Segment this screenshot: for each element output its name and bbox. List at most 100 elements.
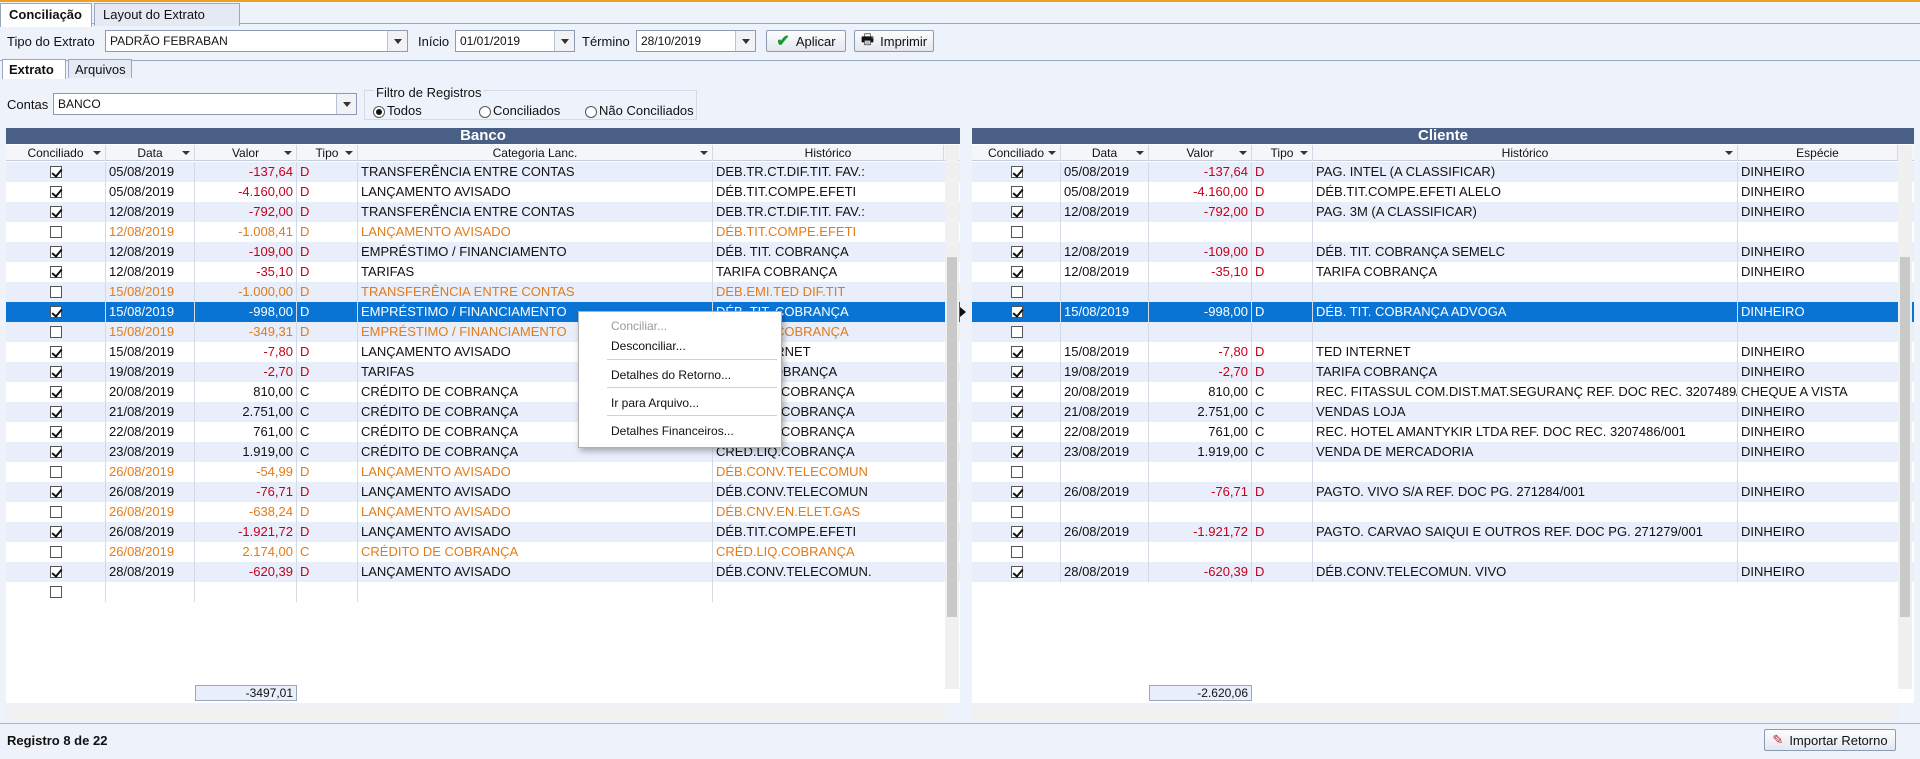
- table-row[interactable]: 21/08/2019 2.751,00 C VENDAS LOJA DINHEIRO: [972, 402, 1914, 422]
- conciliado-checkbox[interactable]: [1010, 566, 1023, 578]
- table-row[interactable]: 15/08/2019 -349,31 D EMPRÉSTIMO / FINANCIAM…: [6, 322, 960, 342]
- conciliado-checkbox[interactable]: [50, 246, 62, 258]
- tab-extrato[interactable]: Extrato: [2, 59, 66, 79]
- termino-date-field[interactable]: 28/10/2019: [636, 30, 756, 52]
- tipo-extrato-select[interactable]: PADRÃO FEBRABAN: [105, 30, 408, 52]
- table-row[interactable]: 26/08/2019 -1.921,72 D PAGTO. CARVAO SAIQUI…: [972, 522, 1914, 542]
- conciliado-checkbox[interactable]: [50, 366, 62, 378]
- table-row[interactable]: 12/08/2019 -1.008,41 D LANÇAMENTO AVISADO DÉ…: [6, 222, 960, 242]
- conciliado-checkbox[interactable]: [50, 286, 62, 298]
- conciliado-checkbox[interactable]: [50, 426, 62, 438]
- table-row[interactable]: [972, 322, 1914, 342]
- tab-arquivos[interactable]: Arquivos: [68, 59, 132, 78]
- table-row[interactable]: 19/08/2019-2,70DTARIFASTARIFA COBRANÇA: [6, 362, 960, 382]
- col-historico[interactable]: Histórico: [713, 145, 944, 161]
- conciliado-checkbox[interactable]: [50, 446, 62, 458]
- conciliado-checkbox[interactable]: [50, 226, 62, 238]
- conciliado-checkbox[interactable]: [50, 326, 62, 338]
- sort-arrow-icon[interactable]: [1300, 151, 1308, 155]
- table-row[interactable]: 20/08/2019 810,00 C CRÉDITO DE COBRANÇA CRÉD…: [6, 382, 960, 402]
- table-row[interactable]: 23/08/2019 1.919,00 C VENDA DE MERCADORIA DI…: [972, 442, 1914, 462]
- conciliado-checkbox[interactable]: [50, 186, 62, 198]
- radio-conciliados-indicator[interactable]: [479, 105, 491, 118]
- conciliado-checkbox[interactable]: [1010, 306, 1023, 318]
- table-row[interactable]: 22/08/2019 761,00 C REC. HOTEL AMANTYKIR LT…: [972, 422, 1914, 442]
- table-row[interactable]: 21/08/2019 2.751,00 C CRÉDITO DE COBRANÇA CR…: [6, 402, 960, 422]
- conciliado-checkbox[interactable]: [50, 526, 62, 538]
- col-data[interactable]: Data: [1061, 145, 1149, 161]
- conciliado-checkbox[interactable]: [50, 266, 62, 278]
- conciliado-checkbox[interactable]: [1010, 206, 1023, 218]
- sort-arrow-icon[interactable]: [1239, 151, 1247, 155]
- col-valor[interactable]: Valor: [195, 145, 297, 161]
- sort-arrow-icon[interactable]: [1048, 151, 1056, 155]
- table-row[interactable]: 12/08/2019 -109,00 D DÉB. TIT. COBRANÇA SEM…: [972, 242, 1914, 262]
- table-row[interactable]: 26/08/2019 2.174,00 C CRÉDITO DE COBRANÇA CR…: [6, 542, 960, 562]
- conciliado-checkbox[interactable]: [50, 466, 62, 478]
- sort-arrow-icon[interactable]: [1136, 151, 1144, 155]
- scroll-thumb[interactable]: [947, 257, 957, 617]
- table-row[interactable]: 12/08/2019 -109,00 D EMPRÉSTIMO / FINANCIAM…: [6, 242, 960, 262]
- col-categoria[interactable]: Categoria Lanc.: [358, 145, 713, 161]
- conciliado-checkbox[interactable]: [1010, 226, 1023, 238]
- sort-arrow-icon[interactable]: [1725, 151, 1733, 155]
- conciliado-checkbox[interactable]: [50, 566, 62, 578]
- chevron-down-icon[interactable]: [387, 31, 407, 51]
- conciliado-checkbox[interactable]: [1010, 266, 1023, 278]
- table-row[interactable]: 20/08/2019 810,00 C REC. FITASSUL COM.DIST.…: [972, 382, 1914, 402]
- conciliado-checkbox[interactable]: [1010, 286, 1023, 298]
- table-row[interactable]: 05/08/2019 -137,64 D TRANSFERÊNCIA ENTRE CO…: [6, 162, 960, 182]
- table-row[interactable]: 15/08/2019 -998,00 D DÉB. TIT. COBRANÇA ADV…: [960, 302, 1914, 322]
- table-row[interactable]: [972, 542, 1914, 562]
- col-tipo[interactable]: Tipo: [297, 145, 358, 161]
- col-historico[interactable]: Histórico: [1313, 145, 1738, 161]
- table-row[interactable]: 15/08/2019 -7,80 D TED INTERNET DINHEIRO: [972, 342, 1914, 362]
- conciliado-checkbox[interactable]: [1010, 426, 1023, 438]
- imprimir-button[interactable]: 🖶 Imprimir: [854, 30, 934, 52]
- col-valor[interactable]: Valor: [1149, 145, 1252, 161]
- conciliado-checkbox[interactable]: [50, 386, 62, 398]
- conciliado-checkbox[interactable]: [1010, 466, 1023, 478]
- radio-todos-indicator[interactable]: [373, 105, 385, 118]
- radio-conciliados[interactable]: Conciliados: [479, 103, 560, 118]
- table-row[interactable]: 26/08/2019 -76,71 D PAGTO. VIVO S/A REF. DO…: [972, 482, 1914, 502]
- table-row[interactable]: [6, 582, 960, 602]
- conciliado-checkbox[interactable]: [1010, 186, 1023, 198]
- sort-arrow-icon[interactable]: [182, 151, 190, 155]
- conciliado-checkbox[interactable]: [50, 346, 62, 358]
- conciliado-checkbox[interactable]: [1010, 406, 1023, 418]
- table-row[interactable]: 12/08/2019 -35,10 D TARIFA COBRANÇA DINHEIRO: [972, 262, 1914, 282]
- radio-todos[interactable]: Todos: [373, 103, 422, 118]
- conciliado-checkbox[interactable]: [1010, 546, 1023, 558]
- table-row[interactable]: 28/08/2019 -620,39 D LANÇAMENTO AVISADO DÉB.…: [6, 562, 960, 582]
- table-row[interactable]: 15/08/2019 -1.000,00 D TRANSFERÊNCIA ENTRE …: [6, 282, 960, 302]
- col-tipo[interactable]: Tipo: [1252, 145, 1313, 161]
- conciliado-checkbox[interactable]: [1010, 346, 1023, 358]
- calendar-dropdown-icon[interactable]: [554, 31, 574, 51]
- sort-arrow-icon[interactable]: [345, 151, 353, 155]
- conciliado-checkbox[interactable]: [50, 166, 62, 178]
- conciliado-checkbox[interactable]: [1010, 486, 1023, 498]
- conciliado-checkbox[interactable]: [50, 546, 62, 558]
- scroll-thumb[interactable]: [1900, 257, 1910, 617]
- table-row[interactable]: 05/08/2019 -137,64 D PAG. INTEL (A CLASSIFI…: [972, 162, 1914, 182]
- sort-arrow-icon[interactable]: [284, 151, 292, 155]
- banco-horizontal-scrollbar[interactable]: [6, 705, 945, 719]
- conciliado-checkbox[interactable]: [50, 306, 62, 318]
- table-row[interactable]: 23/08/2019 1.919,00 C CRÉDITO DE COBRANÇA CR…: [6, 442, 960, 462]
- cliente-grid[interactable]: Cliente Conciliado Data Valor Tipo Histó…: [960, 128, 1914, 719]
- chevron-down-icon[interactable]: [336, 94, 356, 114]
- banco-grid[interactable]: Banco Conciliado Data Valor Tipo Categor…: [6, 128, 960, 719]
- sort-arrow-icon[interactable]: [93, 151, 101, 155]
- banco-vertical-scrollbar[interactable]: [945, 145, 959, 689]
- cliente-vertical-scrollbar[interactable]: [1898, 145, 1912, 689]
- table-row[interactable]: 15/08/2019 -998,00 D EMPRÉSTIMO / FINANCIAM…: [6, 302, 960, 322]
- table-row[interactable]: 28/08/2019 -620,39 D DÉB.CONV.TELECOMUN. VI…: [972, 562, 1914, 582]
- col-conciliado[interactable]: Conciliado: [6, 145, 106, 161]
- table-row[interactable]: [972, 502, 1914, 522]
- calendar-dropdown-icon[interactable]: [735, 31, 755, 51]
- conciliado-checkbox[interactable]: [1010, 166, 1023, 178]
- table-row[interactable]: 12/08/2019 -35,10 D TARIFAS TARIFA COBRANÇA: [6, 262, 960, 282]
- menu-detalhes-retorno[interactable]: Detalhes do Retorno...: [611, 366, 731, 384]
- table-row[interactable]: 26/08/2019 -76,71 D LANÇAMENTO AVISADO DÉB.C…: [6, 482, 960, 502]
